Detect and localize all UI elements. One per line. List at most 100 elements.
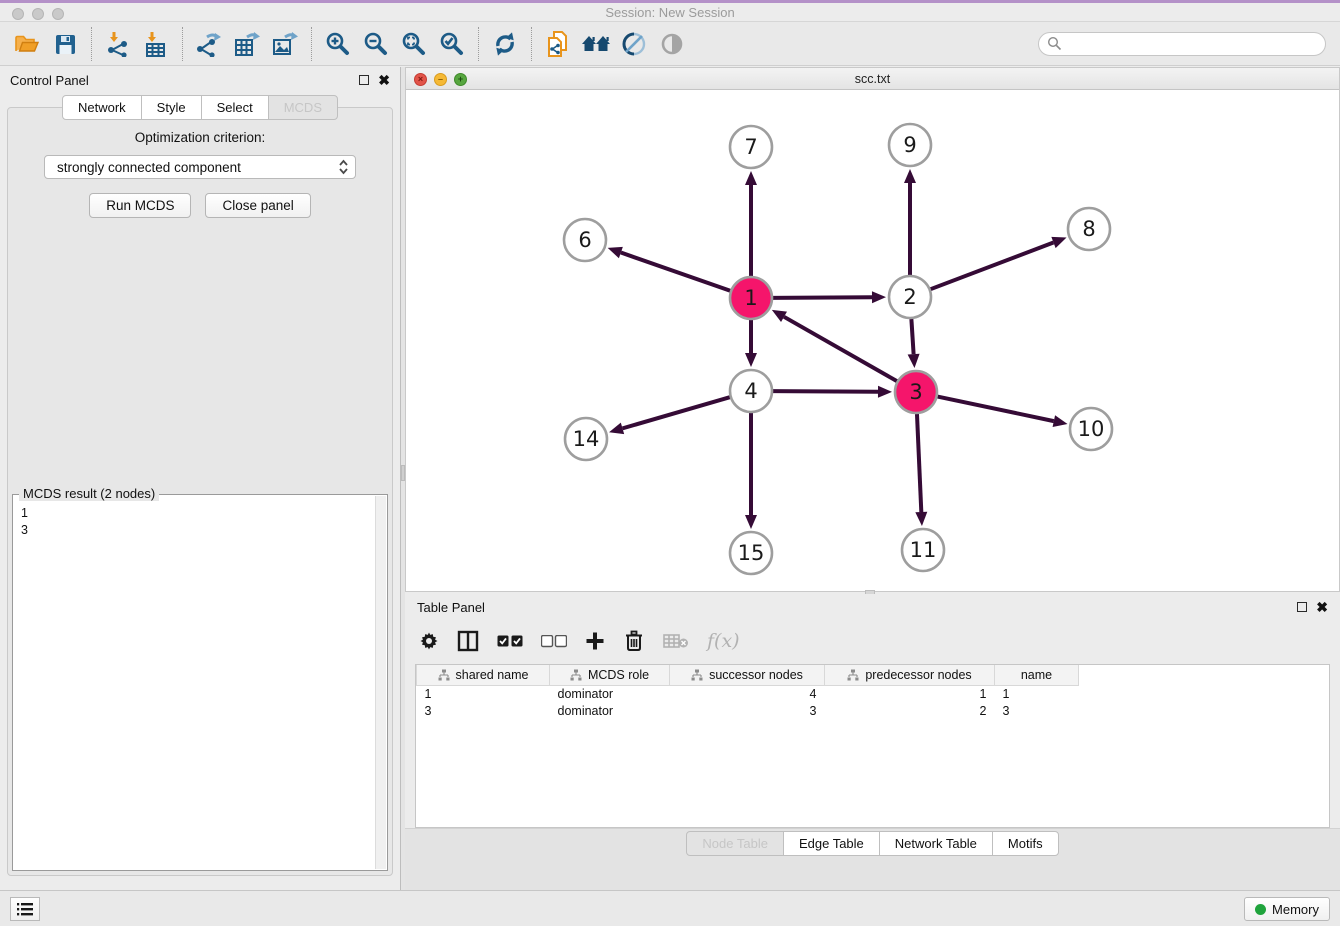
control-panel-tabs: NetworkStyleSelectMCDS <box>0 95 400 120</box>
graph-edge-3-1[interactable] <box>784 317 897 381</box>
mcds-result-box: MCDS result (2 nodes) 13 <box>12 494 388 871</box>
table-tab-edge-table[interactable]: Edge Table <box>783 831 880 856</box>
homes-button[interactable] <box>577 25 615 63</box>
graph-edge-1-6[interactable] <box>621 253 730 291</box>
table-toolbar: f(x) <box>405 620 1340 662</box>
zoom-in-button[interactable] <box>319 25 357 63</box>
node-table[interactable]: shared nameMCDS rolesuccessor nodesprede… <box>415 664 1330 828</box>
app-titlebar: Session: New Session <box>0 0 1340 22</box>
save-session-button[interactable] <box>46 25 84 63</box>
titlebar-accent <box>0 0 1340 3</box>
zoom-fit-button[interactable] <box>395 25 433 63</box>
tab-style[interactable]: Style <box>141 95 202 120</box>
tab-mcds[interactable]: MCDS <box>268 95 338 120</box>
deselect-all-columns-icon[interactable] <box>541 635 567 648</box>
graph-edge-3-10[interactable] <box>938 397 1054 422</box>
graph-node-label: 15 <box>738 541 765 565</box>
zoom-selected-button[interactable] <box>433 25 471 63</box>
tab-select[interactable]: Select <box>201 95 269 120</box>
graph-edge-arrowhead <box>745 515 757 529</box>
network-canvas[interactable]: 7968124314101511 <box>406 90 1339 591</box>
graph-node-label: 6 <box>578 228 591 252</box>
table-cell[interactable]: 2 <box>825 702 995 719</box>
graph-edge-arrowhead <box>872 291 886 303</box>
import-network-button[interactable] <box>99 25 137 63</box>
criterion-select[interactable]: strongly connected component <box>44 155 356 179</box>
zoom-selected-icon <box>439 31 465 57</box>
split-columns-icon[interactable] <box>457 630 479 652</box>
network-window-titlebar[interactable]: × – + scc.txt <box>406 68 1339 90</box>
float-table-panel-icon[interactable] <box>1297 602 1307 612</box>
table-tab-node-table[interactable]: Node Table <box>686 831 784 856</box>
table-cell[interactable]: 3 <box>417 702 550 719</box>
level-of-detail-eye-icon <box>659 31 685 57</box>
mcds-result-scrollbar[interactable] <box>375 496 386 869</box>
select-stepper-icon <box>338 159 349 175</box>
import-table-button[interactable] <box>137 25 175 63</box>
memory-button[interactable]: Memory <box>1244 897 1330 921</box>
column-header-successor-nodes[interactable]: successor nodes <box>670 665 825 685</box>
add-column-icon[interactable] <box>585 631 605 651</box>
select-all-columns-icon[interactable] <box>497 635 523 648</box>
style-slash-button[interactable] <box>615 25 653 63</box>
graph-edge-2-8[interactable] <box>931 242 1054 289</box>
search-box[interactable] <box>1038 32 1326 56</box>
duplicate-network-button[interactable] <box>539 25 577 63</box>
toolbar-separator <box>182 27 183 61</box>
toolbar-separator <box>478 27 479 61</box>
export-table-button[interactable] <box>228 25 266 63</box>
table-row[interactable]: 1dominator411 <box>417 685 1079 702</box>
toolbar-separator <box>91 27 92 61</box>
mcds-result-title: MCDS result (2 nodes) <box>19 486 159 501</box>
table-cell[interactable]: dominator <box>550 685 670 702</box>
level-of-detail-button[interactable] <box>653 25 691 63</box>
open-session-button[interactable] <box>8 25 46 63</box>
export-image-button[interactable] <box>266 25 304 63</box>
table-cell[interactable]: dominator <box>550 702 670 719</box>
refresh-icon <box>492 31 518 57</box>
column-header-predecessor-nodes[interactable]: predecessor nodes <box>825 665 995 685</box>
zoom-out-button[interactable] <box>357 25 395 63</box>
column-header-shared-name[interactable]: shared name <box>417 665 550 685</box>
close-panel-icon[interactable]: ✖ <box>378 73 390 87</box>
table-tab-network-table[interactable]: Network Table <box>879 831 993 856</box>
close-table-panel-icon[interactable]: ✖ <box>1316 600 1328 614</box>
graph-edge-4-14[interactable] <box>622 397 729 428</box>
table-cell[interactable]: 1 <box>825 685 995 702</box>
graph-node-label: 10 <box>1078 417 1105 441</box>
table-cell[interactable]: 3 <box>670 702 825 719</box>
mcds-result-list: 13 <box>21 505 375 868</box>
table-tab-motifs[interactable]: Motifs <box>992 831 1059 856</box>
graph-edge-1-2[interactable] <box>773 297 872 298</box>
graph-node-label: 8 <box>1082 217 1095 241</box>
graph-node-label: 11 <box>910 538 937 562</box>
table-row[interactable]: 3dominator323 <box>417 702 1079 719</box>
float-panel-icon[interactable] <box>359 75 369 85</box>
column-header-name[interactable]: name <box>995 665 1079 685</box>
graph-edge-arrowhead <box>908 354 920 368</box>
table-cell[interactable]: 1 <box>995 685 1079 702</box>
graph-edge-4-3[interactable] <box>773 391 878 392</box>
memory-status-dot <box>1255 904 1266 915</box>
run-mcds-button[interactable]: Run MCDS <box>89 193 191 218</box>
graph-edge-arrowhead <box>904 169 916 183</box>
task-history-button[interactable] <box>10 897 40 921</box>
search-input[interactable] <box>1067 36 1317 51</box>
table-cell[interactable]: 3 <box>995 702 1079 719</box>
graph-node-label: 4 <box>744 379 757 403</box>
graph-edge-arrowhead <box>1053 415 1068 427</box>
export-network-button[interactable] <box>190 25 228 63</box>
graph-edge-3-11[interactable] <box>917 414 921 512</box>
settings-gear-icon[interactable] <box>419 631 439 651</box>
column-type-icon <box>438 669 450 681</box>
tab-network[interactable]: Network <box>62 95 142 120</box>
apply-layout-button[interactable] <box>486 25 524 63</box>
table-tabs: Node TableEdge TableNetwork TableMotifs <box>405 831 1340 856</box>
table-cell[interactable]: 1 <box>417 685 550 702</box>
close-panel-button[interactable]: Close panel <box>205 193 310 218</box>
column-header-MCDS-role[interactable]: MCDS role <box>550 665 670 685</box>
delete-columns-trash-icon[interactable] <box>623 630 645 652</box>
table-cell[interactable]: 4 <box>670 685 825 702</box>
graph-node-label: 7 <box>744 135 757 159</box>
graph-edge-2-3[interactable] <box>911 319 913 354</box>
